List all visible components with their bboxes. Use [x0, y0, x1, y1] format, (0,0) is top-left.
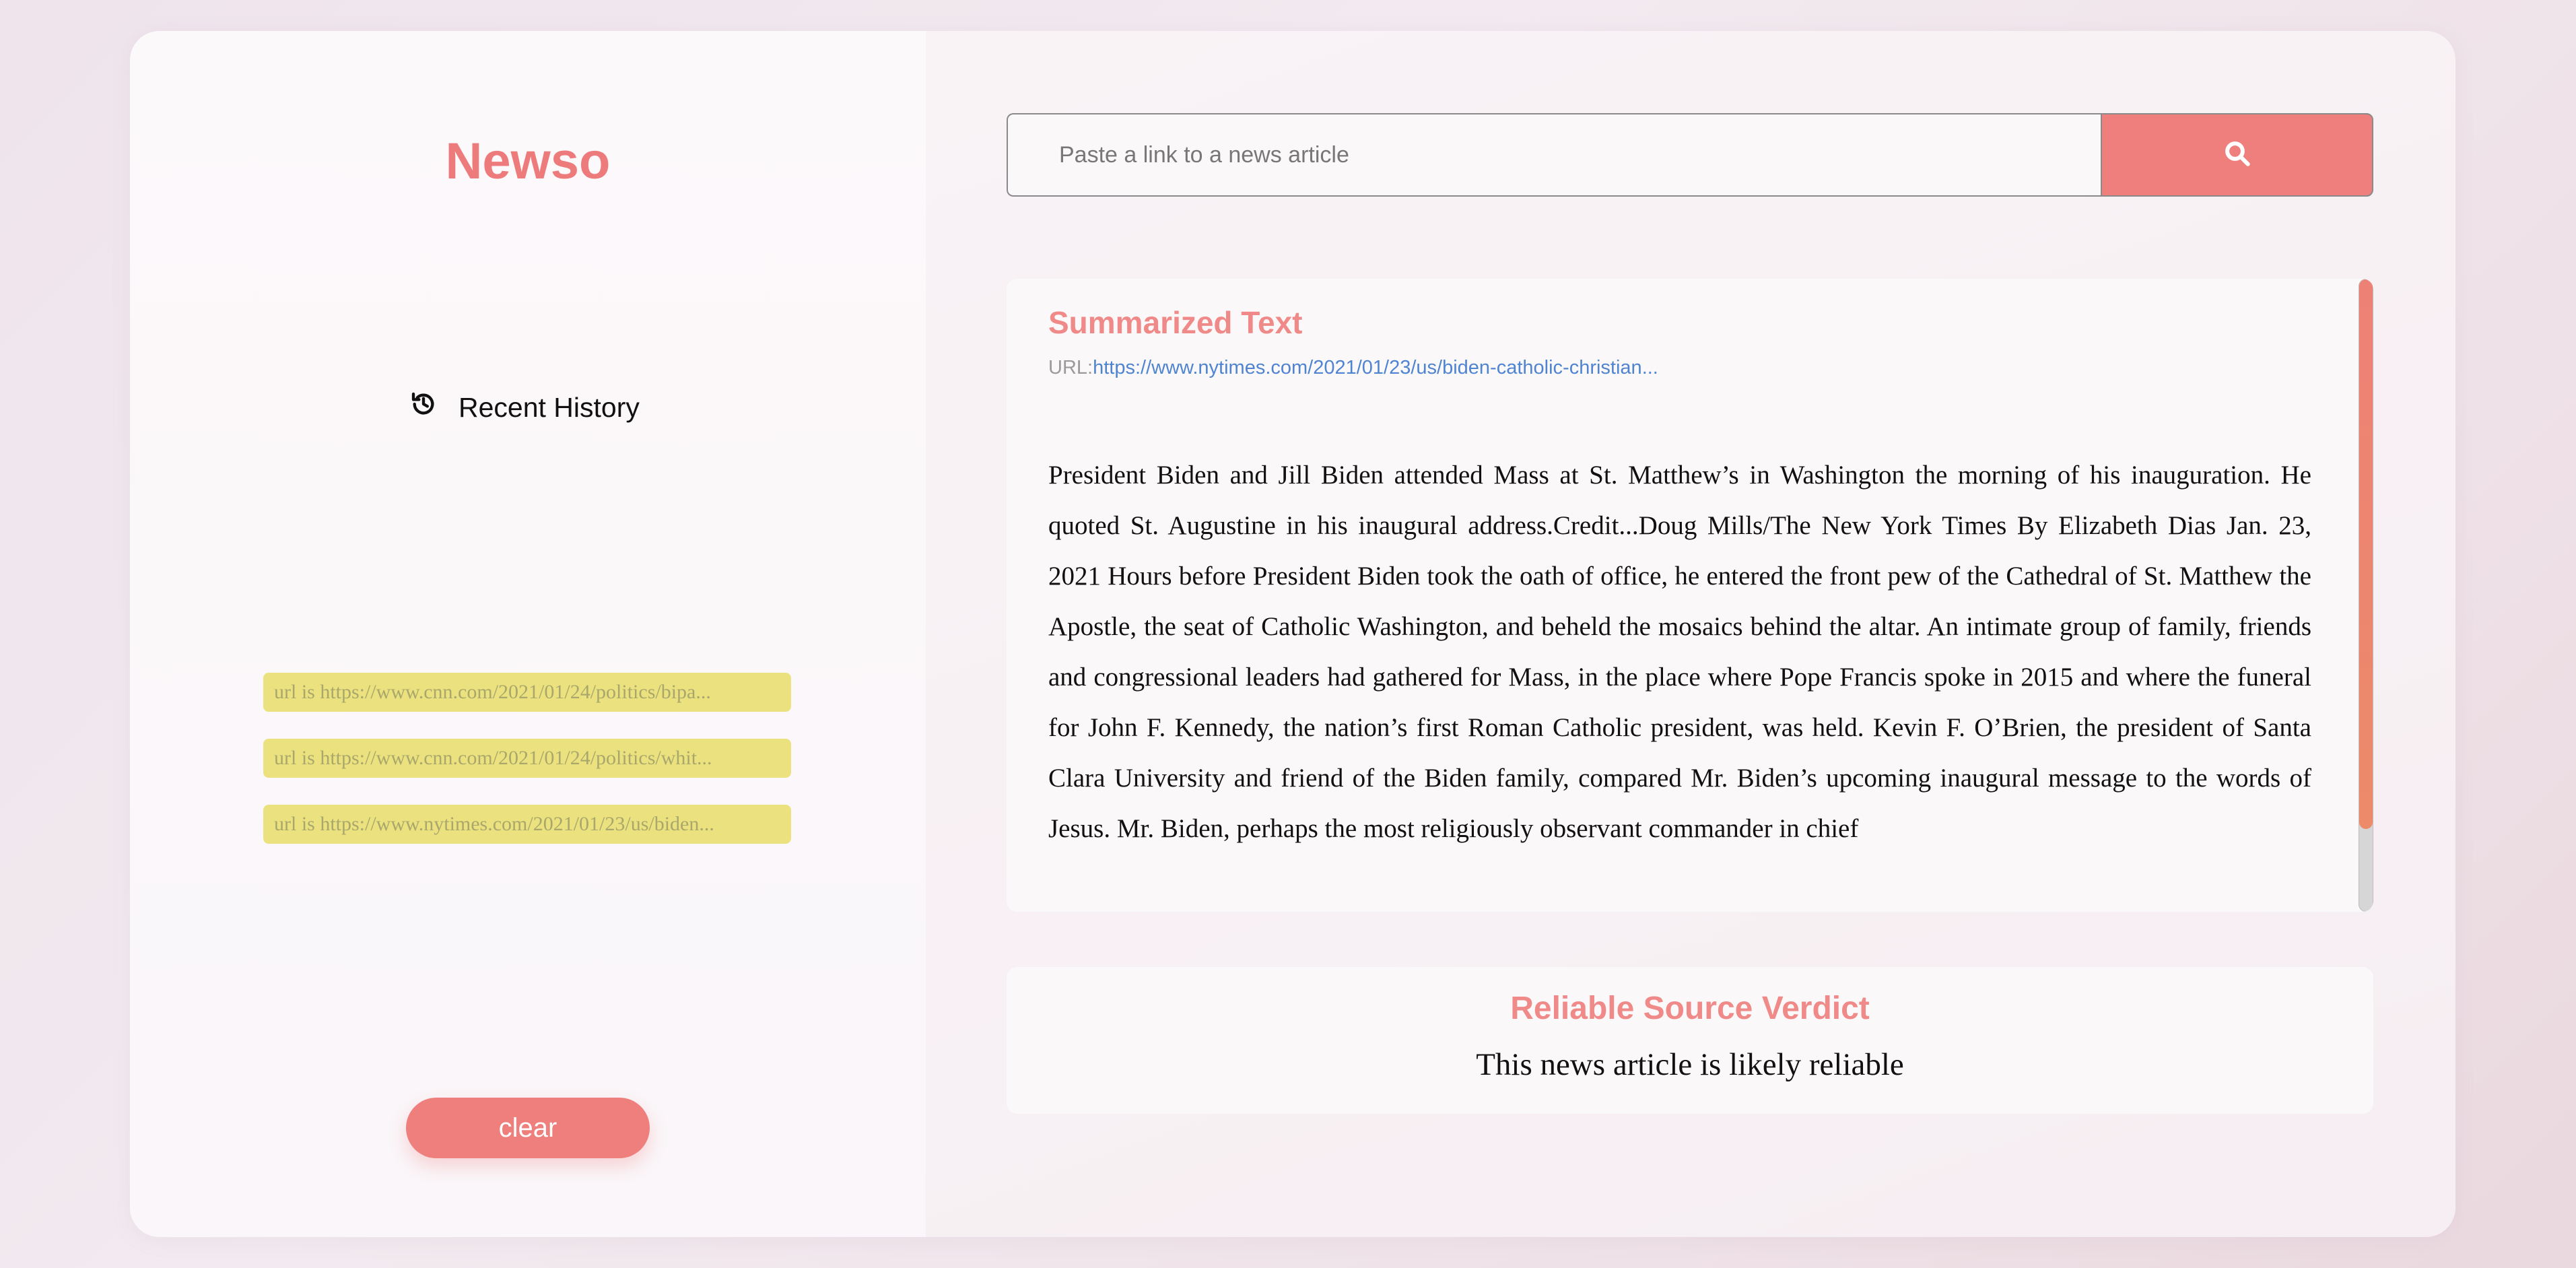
history-item[interactable]: url is https://www.cnn.com/2021/01/24/po… [263, 739, 791, 778]
search-button[interactable] [2101, 113, 2373, 197]
recent-history-title: Recent History [459, 391, 640, 423]
clear-button[interactable]: clear [406, 1098, 650, 1158]
article-url-link[interactable]: https://www.nytimes.com/2021/01/23/us/bi… [1093, 357, 1658, 378]
verdict-title: Reliable Source Verdict [1510, 991, 1870, 1026]
history-list: url is https://www.cnn.com/2021/01/24/po… [263, 673, 791, 871]
summary-scrollbar[interactable] [2359, 279, 2373, 912]
summary-panel: Summarized Text URL:https://www.nytimes.… [1007, 279, 2373, 912]
scrollbar-thumb[interactable] [2359, 279, 2373, 830]
article-link-input[interactable] [1007, 113, 2101, 197]
recent-history-header: Recent History [410, 384, 640, 431]
summary-text: President Biden and Jill Biden attended … [1048, 461, 2311, 843]
history-item[interactable]: url is https://www.nytimes.com/2021/01/2… [263, 805, 791, 844]
url-label: URL: [1048, 357, 1093, 378]
app-card: Newso Recent History url is https://www.… [130, 31, 2455, 1237]
main-panel: Summarized Text URL:https://www.nytimes.… [926, 31, 2455, 1237]
app-logo: Newso [445, 133, 611, 190]
search-icon [2223, 139, 2251, 171]
history-icon [410, 391, 437, 424]
summary-title: Summarized Text [1048, 305, 1303, 340]
verdict-panel: Reliable Source Verdict This news articl… [1007, 967, 2373, 1114]
verdict-text: This news article is likely reliable [1476, 1047, 1904, 1082]
summary-url-line: URL:https://www.nytimes.com/2021/01/23/u… [1048, 357, 1658, 379]
history-item[interactable]: url is https://www.cnn.com/2021/01/24/po… [263, 673, 791, 712]
sidebar: Newso Recent History url is https://www.… [130, 31, 926, 1237]
